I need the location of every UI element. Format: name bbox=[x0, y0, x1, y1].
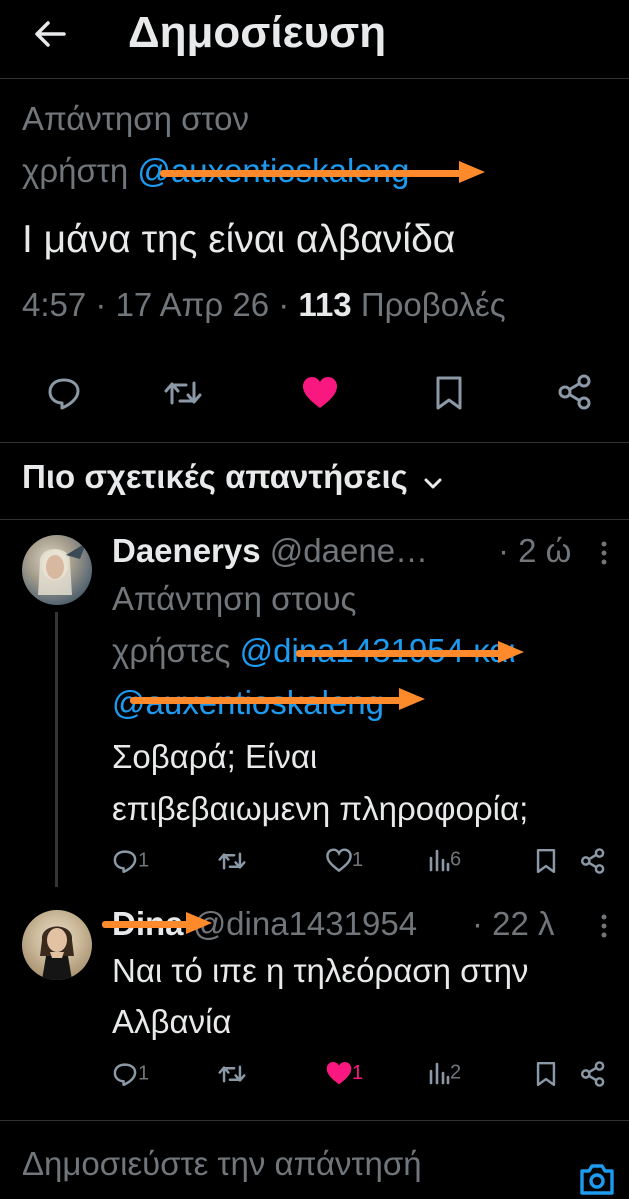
share-action[interactable] bbox=[580, 1061, 606, 1092]
like-action[interactable]: 1 bbox=[326, 848, 363, 873]
annotation-arrow bbox=[160, 161, 485, 183]
bookmark-icon bbox=[436, 376, 462, 410]
sort-label: Πιο σχετικές απαντήσεις bbox=[22, 458, 408, 495]
retweet-icon bbox=[218, 1065, 246, 1083]
views-action[interactable]: 2 bbox=[428, 1061, 461, 1085]
user-handle[interactable]: @dina1431954 bbox=[193, 905, 417, 942]
post-text: Ι μάνα της είναι αλβανίδα bbox=[22, 218, 456, 261]
avatar[interactable] bbox=[22, 535, 92, 605]
arrow-left-icon bbox=[35, 21, 66, 47]
reply-to-prefix: χρήστες bbox=[112, 632, 231, 669]
like-button[interactable] bbox=[302, 376, 338, 410]
reply-action[interactable]: 1 bbox=[112, 848, 149, 874]
like-count: 1 bbox=[352, 1062, 364, 1084]
views-action[interactable]: 6 bbox=[428, 848, 461, 872]
views-label: Προβολές bbox=[360, 286, 506, 323]
reply-icon bbox=[113, 850, 137, 874]
more-options-button[interactable] bbox=[598, 913, 610, 939]
heart-filled-icon bbox=[326, 1061, 352, 1085]
reply-text-line1: Ναι τό ιπε η τηλεόραση στην bbox=[112, 952, 529, 989]
like-count: 1 bbox=[352, 849, 364, 871]
more-vertical-icon bbox=[601, 914, 607, 938]
sort-dropdown[interactable]: Πιο σχετικές απαντήσεις bbox=[22, 458, 442, 496]
annotation-arrow bbox=[130, 688, 425, 710]
share-icon bbox=[580, 848, 605, 874]
retweet-button[interactable] bbox=[164, 375, 202, 411]
annotation-arrow bbox=[296, 641, 524, 663]
retweet-action[interactable] bbox=[218, 848, 246, 879]
user-handle[interactable]: @daene… bbox=[270, 532, 428, 569]
reply-icon bbox=[48, 378, 80, 410]
view-count: 6 bbox=[450, 848, 462, 871]
like-icon-filled bbox=[303, 377, 337, 408]
reply-icon bbox=[113, 1063, 137, 1087]
more-options-button[interactable] bbox=[598, 540, 610, 566]
reply-time: · 22 λ bbox=[472, 905, 555, 942]
share-button[interactable] bbox=[557, 374, 593, 410]
reply-to-line1: Απάντηση στους bbox=[112, 580, 357, 617]
bookmark-icon bbox=[536, 848, 556, 874]
view-count: 2 bbox=[450, 1061, 462, 1084]
back-button[interactable] bbox=[30, 14, 70, 54]
annotation-arrow bbox=[102, 912, 212, 934]
retweet-icon bbox=[218, 852, 246, 870]
like-action[interactable]: 1 bbox=[326, 1061, 363, 1086]
chevron-down-icon bbox=[424, 478, 442, 489]
analytics-icon bbox=[429, 1062, 450, 1085]
thread-line bbox=[55, 612, 58, 887]
camera-icon bbox=[580, 1164, 614, 1195]
heart-outline-icon bbox=[326, 848, 352, 873]
post-time: 4:57 bbox=[22, 286, 87, 323]
reply-time: · 2 ώ bbox=[498, 532, 572, 569]
post-date: 17 Απρ 26 bbox=[115, 286, 270, 323]
bookmark-action[interactable] bbox=[535, 848, 557, 879]
reply-composer-input[interactable]: Δημοσιεύστε την απάντησή bbox=[22, 1145, 422, 1183]
share-action[interactable] bbox=[580, 848, 606, 879]
display-name[interactable]: Daenerys bbox=[112, 532, 261, 569]
reply-action[interactable]: 1 bbox=[112, 1061, 149, 1087]
retweet-icon bbox=[164, 381, 202, 405]
reply-text-line2: Αλβανία bbox=[112, 1003, 232, 1040]
camera-button[interactable] bbox=[578, 1162, 616, 1199]
post-meta: 4:57 · 17 Απρ 26 · 113 Προβολές bbox=[22, 286, 506, 323]
more-vertical-icon bbox=[601, 541, 607, 565]
reply-text-line2: επιβεβαιωμενη πληροφορία; bbox=[112, 790, 529, 827]
reply-to-prefix: χρήστη bbox=[22, 152, 129, 189]
reply-text-line1: Σοβαρά; Είναι bbox=[112, 738, 318, 775]
share-icon bbox=[558, 374, 591, 410]
reply-header: Daenerys @daene… bbox=[112, 532, 428, 570]
page-title: Δημοσίευση bbox=[128, 8, 387, 57]
bookmark-icon bbox=[536, 1061, 556, 1087]
bookmark-action[interactable] bbox=[535, 1061, 557, 1092]
share-icon bbox=[580, 1061, 605, 1087]
bookmark-button[interactable] bbox=[434, 375, 464, 411]
analytics-icon bbox=[429, 849, 450, 872]
avatar[interactable] bbox=[22, 910, 92, 980]
reply-to-line1: Απάντηση στον bbox=[22, 100, 249, 137]
views-count: 113 bbox=[298, 286, 352, 323]
retweet-action[interactable] bbox=[218, 1061, 246, 1092]
reply-count: 1 bbox=[138, 849, 150, 872]
reply-button[interactable] bbox=[46, 375, 82, 411]
reply-count: 1 bbox=[138, 1062, 150, 1085]
